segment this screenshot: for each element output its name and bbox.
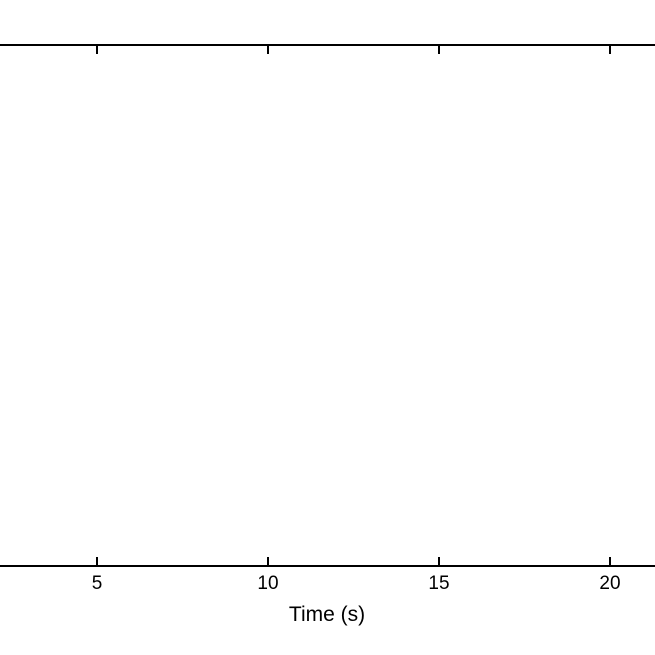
xtick-label-20: 20	[599, 573, 620, 595]
xtick-label-10: 10	[257, 573, 278, 595]
top-tick-10	[267, 46, 269, 54]
top-axis-line	[0, 44, 655, 46]
top-tick-5	[96, 46, 98, 54]
bottom-tick-10	[267, 557, 269, 565]
top-tick-20	[609, 46, 611, 54]
xtick-label-15: 15	[428, 573, 449, 595]
chart-container: 5 10 15 20 Time (s)	[0, 0, 655, 655]
xtick-label-5: 5	[92, 573, 103, 595]
bottom-tick-15	[438, 557, 440, 565]
top-tick-15	[438, 46, 440, 54]
x-axis-label: Time (s)	[289, 603, 365, 627]
bottom-tick-20	[609, 557, 611, 565]
bottom-axis-line	[0, 565, 655, 567]
bottom-tick-5	[96, 557, 98, 565]
